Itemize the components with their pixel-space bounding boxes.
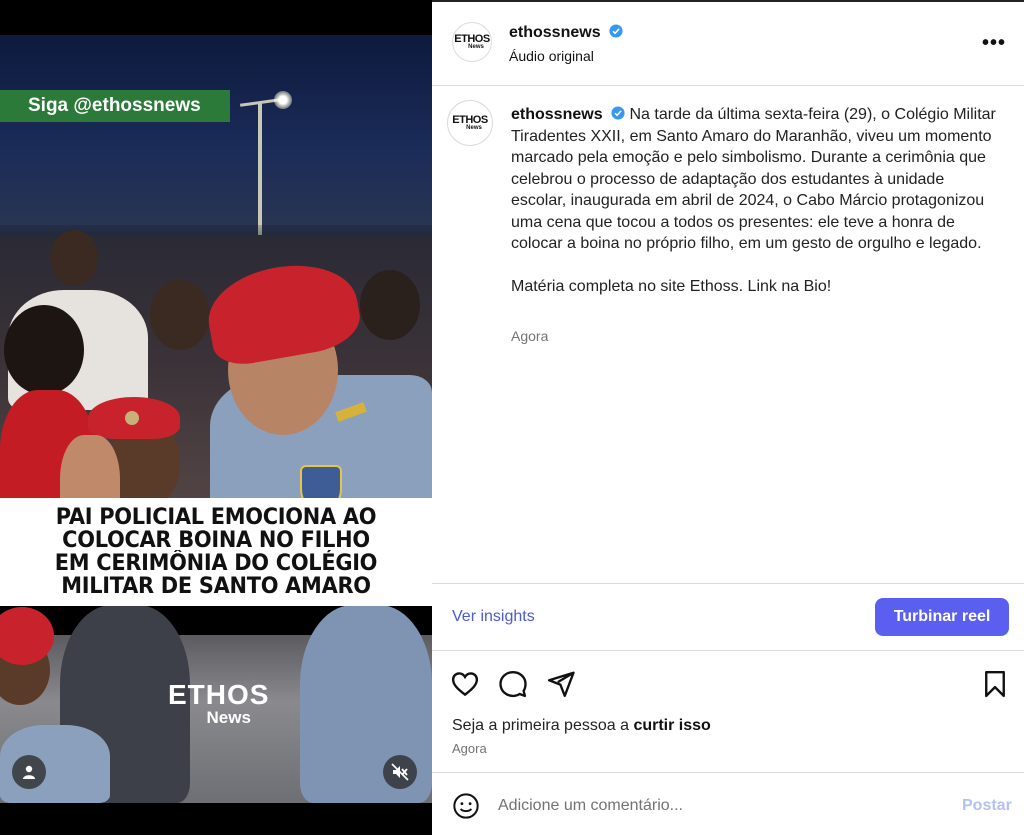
caption-body-2: Matéria completa no site Ethoss. Link na… (511, 277, 832, 295)
insights-row: Ver insights Turbinar reel (432, 584, 1024, 651)
headline-line: MILITAR DE SANTO AMARO (61, 574, 371, 599)
heart-icon[interactable] (450, 669, 480, 699)
caption-text: ethossnews Na tarde da última sexta-feir… (511, 104, 1001, 297)
watermark-ethos: ETHOS (168, 679, 270, 710)
like-this-link[interactable]: curtir isso (633, 717, 710, 734)
actions-section: Seja a primeira pessoa a curtir isso Ago… (432, 651, 1024, 773)
caption-avatar[interactable]: ETHOS News (447, 100, 493, 146)
avatar-logo-text: ETHOS (454, 32, 490, 45)
person-head (150, 280, 210, 350)
person-head (50, 230, 98, 286)
caption-username[interactable]: ethossnews (511, 106, 603, 123)
beret-badge (125, 411, 139, 425)
reel-media[interactable]: Siga @ethossnews PAI POLICIAL EMOCIONA A… (0, 0, 432, 835)
caption-timestamp: Agora (511, 328, 549, 344)
verified-badge-icon (611, 106, 625, 120)
person-head (4, 305, 84, 395)
verified-badge-icon (609, 24, 623, 38)
muted-speaker-icon (391, 763, 409, 781)
headline-line: EM CERIMÔNIA DO COLÉGIO (54, 551, 378, 576)
avatar-logo-sub: News (468, 43, 484, 50)
user-icon (23, 765, 35, 779)
headline-line: PAI POLICIAL EMOCIONA AO (55, 505, 377, 530)
post-comment-button[interactable]: Postar (962, 797, 1012, 815)
original-audio-link[interactable]: Áudio original (509, 48, 594, 64)
likes-text: Seja a primeira pessoa a curtir isso (452, 717, 711, 735)
comment-icon[interactable] (498, 669, 528, 699)
person-head (360, 270, 420, 340)
street-light (274, 91, 292, 109)
post-header: ETHOS News ethossnews Áudio original ••• (432, 2, 1024, 86)
emoji-icon[interactable] (452, 792, 480, 820)
caption-section: ETHOS News ethossnews Na tarde da última… (432, 86, 1024, 584)
share-icon[interactable] (546, 669, 576, 699)
header-username[interactable]: ethossnews (509, 24, 601, 41)
likes-prefix: Seja a primeira pessoa a (452, 717, 634, 734)
boost-reel-button[interactable]: Turbinar reel (875, 598, 1009, 636)
watermark-news: News (206, 708, 251, 727)
mute-button[interactable] (383, 755, 417, 789)
bookmark-icon[interactable] (980, 669, 1010, 699)
comment-input[interactable] (498, 794, 938, 818)
post-details-panel: ETHOS News ethossnews Áudio original •••… (432, 0, 1024, 835)
caption-body: Na tarde da última sexta-feira (29), o C… (511, 106, 996, 252)
user-tag-button[interactable] (12, 755, 46, 789)
avatar-logo-sub: News (466, 124, 482, 131)
post-timestamp: Agora (452, 741, 487, 756)
avatar[interactable]: ETHOS News (452, 22, 492, 62)
ethos-news-watermark: ETHOS News (168, 681, 269, 727)
more-options-icon[interactable]: ••• (982, 32, 1006, 55)
follow-overlay-tag: Siga @ethossnews (0, 90, 230, 122)
view-insights-link[interactable]: Ver insights (452, 608, 535, 626)
header-username-row[interactable]: ethossnews (509, 24, 623, 42)
avatar-logo-text: ETHOS (452, 113, 488, 126)
comment-row: Postar (432, 773, 1024, 835)
video-headline: PAI POLICIAL EMOCIONA AO COLOCAR BOINA N… (0, 498, 432, 606)
headline-line: COLOCAR BOINA NO FILHO (62, 528, 370, 553)
video-frame[interactable]: Siga @ethossnews PAI POLICIAL EMOCIONA A… (0, 35, 432, 803)
